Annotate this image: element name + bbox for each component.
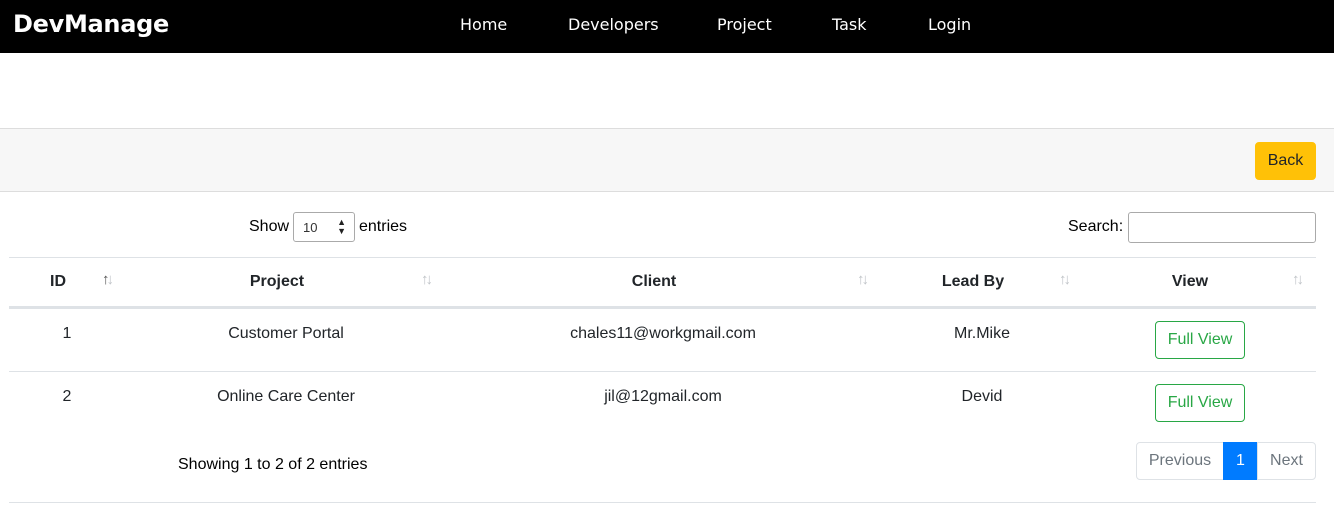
cell-id: 1 <box>62 325 72 342</box>
entries-select[interactable]: 10 ▲ ▼ <box>293 212 355 242</box>
sort-arrows-icon[interactable]: ↑↓ <box>102 271 114 288</box>
sort-arrows-icon[interactable]: ↑↓ <box>421 271 433 288</box>
cell-lead-by: Mr.Mike <box>954 325 1010 342</box>
search-input[interactable] <box>1128 212 1316 243</box>
sort-arrows-icon[interactable]: ↑↓ <box>857 271 869 288</box>
th-lead-by[interactable]: Lead By <box>942 273 1004 291</box>
action-toolbar: Back <box>0 128 1334 192</box>
sort-arrows-icon[interactable]: ↑↓ <box>1292 271 1304 288</box>
back-button[interactable]: Back <box>1255 142 1316 180</box>
full-view-button[interactable]: Full View <box>1155 384 1245 422</box>
show-label: Show <box>249 218 290 235</box>
sort-arrows-icon[interactable]: ↑↓ <box>1059 271 1071 288</box>
nav-project[interactable]: Project <box>717 15 772 34</box>
select-arrows-icon: ▲ ▼ <box>337 217 346 236</box>
cell-lead-by: Devid <box>961 388 1003 405</box>
bottom-divider <box>9 502 1316 503</box>
cell-project: Customer Portal <box>228 325 344 342</box>
table-top-border <box>9 257 1316 258</box>
nav-developers[interactable]: Developers <box>568 15 659 34</box>
navbar: DevManage Home Developers Project Task L… <box>0 0 1334 53</box>
th-id[interactable]: ID <box>50 273 66 291</box>
table-info: Showing 1 to 2 of 2 entries <box>178 456 368 473</box>
pagination-page-1[interactable]: 1 <box>1223 442 1258 480</box>
nav-home[interactable]: Home <box>460 15 507 34</box>
pagination-next[interactable]: Next <box>1257 442 1316 480</box>
search-label: Search: <box>1068 218 1124 235</box>
nav-task[interactable]: Task <box>832 15 867 34</box>
cell-project: Online Care Center <box>217 388 355 405</box>
th-view[interactable]: View <box>1172 273 1208 291</box>
full-view-button[interactable]: Full View <box>1155 321 1245 359</box>
th-client[interactable]: Client <box>632 273 676 291</box>
nav-login[interactable]: Login <box>928 15 971 34</box>
entries-label: entries <box>359 218 408 235</box>
row-divider <box>9 371 1316 372</box>
entries-select-value: 10 <box>303 220 318 235</box>
cell-client: chales11@workgmail.com <box>570 325 756 342</box>
cell-id: 2 <box>62 388 72 405</box>
table-header-border <box>9 306 1316 309</box>
th-project[interactable]: Project <box>250 273 304 291</box>
pagination-previous[interactable]: Previous <box>1136 442 1224 480</box>
brand-logo[interactable]: DevManage <box>13 10 169 38</box>
cell-client: jil@12gmail.com <box>604 388 722 405</box>
